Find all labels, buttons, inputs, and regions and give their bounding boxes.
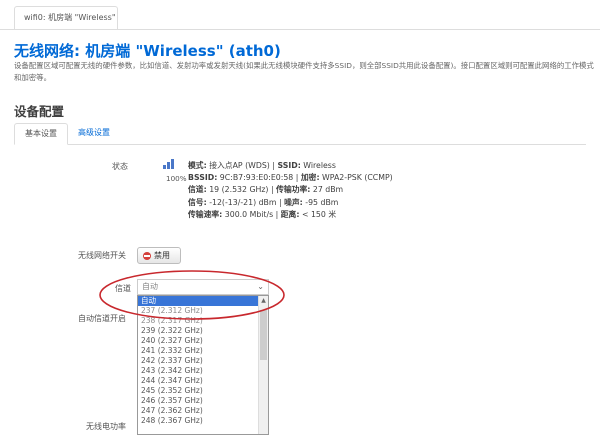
disable-icon [143, 252, 151, 260]
wireless-switch-label: 无线网络开关 [78, 251, 126, 260]
channel-option[interactable]: 248 (2.367 GHz) [138, 416, 259, 426]
page-tab-divider [0, 29, 600, 30]
status-value: Wireless [300, 161, 336, 170]
status-line: BSSID: 9C:B7:93:E0:E0:58 | 加密: WPA2-PSK … [188, 172, 393, 184]
status-value: 27 dBm [310, 185, 344, 195]
status-line: 模式: 接入点AP (WDS) | SSID: Wireless [188, 160, 393, 172]
auto-channel-label: 自动信道开启 [78, 314, 126, 323]
status-line: 信道: 19 (2.532 GHz) | 传输功率: 27 dBm [188, 184, 393, 196]
tab-advanced-settings[interactable]: 高级设置 [68, 123, 120, 145]
channel-option[interactable]: 244 (2.347 GHz) [138, 376, 259, 386]
status-key: SSID: [277, 161, 301, 170]
channel-option[interactable]: 245 (2.352 GHz) [138, 386, 259, 396]
status-value: 300.0 Mbit/s | [222, 209, 281, 219]
status-value: < 150 米 [299, 209, 337, 219]
tx-power-label: 无线电功率 [86, 422, 126, 431]
status-label: 状态 [112, 162, 128, 171]
status-value: 接入点AP (WDS) | [206, 161, 278, 170]
status-key: 距离: [280, 209, 300, 219]
scroll-thumb[interactable] [260, 310, 267, 360]
channel-option[interactable]: 241 (2.332 GHz) [138, 346, 259, 356]
status-key: 噪声: [284, 197, 303, 207]
status-value: -95 dBm [302, 197, 339, 207]
status-key: 加密: [300, 173, 320, 183]
page-description: 设备配置区域可配置无线的硬件参数，比如信道、发射功率或发射天线(如果此无线模块硬… [14, 61, 594, 82]
signal-strength-icon [163, 157, 177, 169]
status-value: -12(-13/-21) dBm | [206, 197, 285, 207]
status-line: 传输速率: 300.0 Mbit/s | 距离: < 150 米 [188, 209, 393, 221]
status-details: 模式: 接入点AP (WDS) | SSID: Wireless BSSID: 9… [188, 160, 393, 221]
status-key: 模式: [188, 161, 207, 170]
disable-wireless-button[interactable]: 禁用 [137, 247, 181, 264]
channel-option[interactable]: 246 (2.357 GHz) [138, 396, 259, 406]
channel-dropdown-list[interactable]: 自动 237 (2.312 GHz) 238 (2.317 GHz) 239 (2.3… [137, 295, 269, 435]
channel-label: 信道 [115, 284, 131, 293]
chevron-down-icon: ⌄ [257, 282, 264, 291]
channel-select-value: 自动 [142, 282, 158, 291]
status-key: 传输速率: [188, 209, 223, 219]
scroll-up-icon[interactable]: ▲ [259, 296, 268, 306]
channel-option-selected[interactable]: 自动 [138, 296, 259, 306]
page-tab-wifi0[interactable]: wifi0: 机房端 "Wireless" [14, 6, 118, 30]
disable-button-label: 禁用 [154, 251, 170, 260]
tab-basic-settings[interactable]: 基本设置 [14, 123, 68, 145]
status-key: 信道: [188, 185, 207, 195]
status-key: BSSID: [188, 173, 218, 183]
channel-option[interactable]: 239 (2.322 GHz) [138, 326, 259, 336]
channel-option[interactable]: 242 (2.337 GHz) [138, 356, 259, 366]
channel-select[interactable]: 自动 ⌄ [137, 279, 269, 295]
status-value: 9C:B7:93:E0:E0:58 | [217, 173, 301, 183]
channel-option[interactable]: 240 (2.327 GHz) [138, 336, 259, 346]
channel-option[interactable]: 238 (2.317 GHz) [138, 316, 259, 326]
status-value: 19 (2.532 GHz) | [206, 185, 277, 195]
status-value: WPA2-PSK (CCMP) [319, 173, 393, 183]
status-line: 信号: -12(-13/-21) dBm | 噪声: -95 dBm [188, 197, 393, 209]
channel-option[interactable]: 243 (2.342 GHz) [138, 366, 259, 376]
channel-option[interactable]: 247 (2.362 GHz) [138, 406, 259, 416]
signal-percent: 100% [166, 174, 187, 183]
page-title: 无线网络: 机房端 "Wireless" (ath0) [14, 42, 281, 60]
page-tab-label: wifi0: 机房端 "Wireless" [24, 13, 116, 22]
dropdown-scrollbar[interactable]: ▲ [258, 296, 268, 434]
section-title: 设备配置 [14, 104, 65, 119]
channel-option[interactable]: 237 (2.312 GHz) [138, 306, 259, 316]
status-key: 信号: [188, 197, 207, 207]
status-key: 传输功率: [276, 185, 311, 195]
